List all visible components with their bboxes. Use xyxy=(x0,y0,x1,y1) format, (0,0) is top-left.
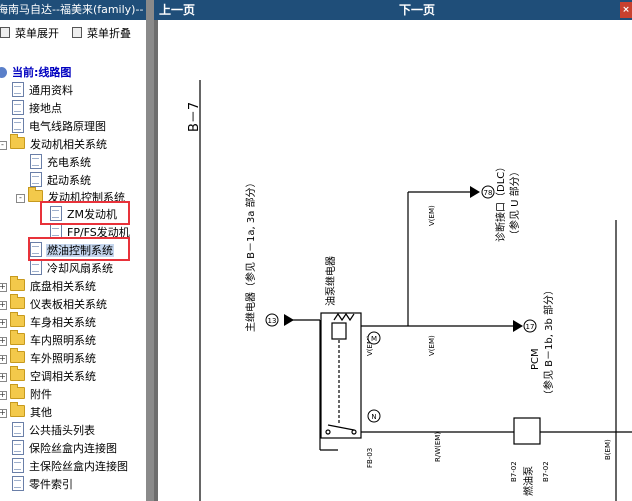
folder-open-icon xyxy=(10,134,25,149)
wire-label-b-em: B(EM) xyxy=(604,439,612,460)
folder-icon xyxy=(10,276,25,291)
wire-label-v-em: V(EM) xyxy=(428,335,436,356)
folder-icon xyxy=(10,402,25,417)
tree-item-ground-points[interactable]: 接地点 xyxy=(12,100,63,117)
connector-78-label: 78 xyxy=(484,189,493,197)
connector-n-label: N xyxy=(371,413,376,421)
document-icon xyxy=(30,154,42,169)
document-icon xyxy=(12,82,24,97)
tree-item-fuse-box-diagram[interactable]: 保险丝盒内连接图 xyxy=(12,440,118,457)
connector-m-label: M xyxy=(371,335,377,343)
tree-folder-engine[interactable]: - 发动机相关系统 xyxy=(0,134,108,153)
dlc-ref-label: （参见 U 部分） xyxy=(508,166,521,240)
tree-folder-chassis[interactable]: + 底盘相关系统 xyxy=(0,276,97,295)
document-icon xyxy=(12,476,24,491)
fuel-pump-relay-label: 油泵继电器 xyxy=(324,256,337,306)
connector-78-arrow xyxy=(470,186,480,198)
connector-13-arrow xyxy=(284,314,294,326)
wire-label-rw-em: R/W(EM) xyxy=(434,432,442,462)
tree-item-main-fuse-box-diagram[interactable]: 主保险丝盒内连接图 xyxy=(12,458,129,475)
tree-item-general-info[interactable]: 通用资料 xyxy=(12,82,74,99)
next-page-link[interactable]: 下一页 xyxy=(399,0,435,20)
tree-item-wiring-diagram[interactable]: 电气线路原理图 xyxy=(12,118,107,135)
window-title: 海南马自达--福美来(family)-- xyxy=(0,0,146,20)
page-code: B－7 xyxy=(187,102,202,132)
panel-splitter[interactable] xyxy=(146,0,154,501)
dlc-label: 诊断接口（DLC） xyxy=(494,162,507,242)
document-icon xyxy=(30,172,42,187)
connector-17-arrow xyxy=(513,320,523,332)
tree-folder-other[interactable]: + 其他 xyxy=(0,402,53,421)
expand-toggle-icon[interactable]: + xyxy=(0,337,7,346)
tree-folder-interior-lighting[interactable]: + 车内照明系统 xyxy=(0,330,97,349)
main-relay-label: 主继电器（参见 B－1a, 3a 部分） xyxy=(244,177,257,332)
pcm-label: PCM xyxy=(530,348,541,370)
network-icon xyxy=(0,67,7,78)
connector-label-fb03: FB-03 xyxy=(366,448,374,468)
document-icon xyxy=(12,118,24,133)
tree-item-connector-list[interactable]: 公共插头列表 xyxy=(12,422,96,439)
document-icon xyxy=(12,100,24,115)
expand-toggle-icon[interactable]: + xyxy=(0,391,7,400)
folder-icon xyxy=(10,366,25,381)
expand-toggle-icon[interactable]: + xyxy=(0,355,7,364)
folder-icon xyxy=(10,384,25,399)
relay-coil xyxy=(333,312,355,322)
highlight-box-fuel-control xyxy=(28,237,130,261)
tree-item-starting[interactable]: 起动系统 xyxy=(30,172,92,189)
fuel-pump-relay-box xyxy=(320,312,362,439)
expand-toggle-icon[interactable]: + xyxy=(0,409,7,418)
connector-label-b702: B7-02 xyxy=(510,461,518,482)
collapse-toggle-icon[interactable]: - xyxy=(0,141,7,150)
prev-page-link[interactable]: 上一页 xyxy=(159,0,195,20)
folder-icon xyxy=(10,330,25,345)
collapse-toggle-icon[interactable]: - xyxy=(16,194,25,203)
tree-item-cooling-fan[interactable]: 冷却风扇系统 xyxy=(30,260,114,277)
navigation-panel: 海南马自达--福美来(family)-- 菜单展开 菜单折叠 当前:线路图 通用… xyxy=(0,0,146,501)
tree-folder-air-conditioning[interactable]: + 空调相关系统 xyxy=(0,366,97,385)
folder-icon xyxy=(10,348,25,363)
diagram-viewer: 上一页 下一页 × B－7 主继电器（参见 B－1a, 3a 部分） 油泵继电器… xyxy=(154,0,632,501)
wiring-schematic: B－7 主继电器（参见 B－1a, 3a 部分） 油泵继电器 诊断接口（DLC）… xyxy=(187,80,632,501)
highlight-box-zm-engine xyxy=(40,201,130,225)
folder-icon xyxy=(10,294,25,309)
expand-menu-button[interactable]: 菜单展开 xyxy=(0,26,59,42)
fuel-pump-label: 燃油泵 xyxy=(522,466,535,496)
diagram-page: B－7 主继电器（参见 B－1a, 3a 部分） 油泵继电器 诊断接口（DLC）… xyxy=(158,20,632,501)
expand-toggle-icon[interactable]: + xyxy=(0,283,7,292)
wire-label-v-em: V(EM) xyxy=(428,205,436,226)
document-icon xyxy=(12,440,24,455)
menu-bar: 菜单展开 菜单折叠 xyxy=(0,26,146,42)
tree-folder-exterior-lighting[interactable]: + 车外照明系统 xyxy=(0,348,97,367)
tree-folder-instrument[interactable]: + 仪表板相关系统 xyxy=(0,294,108,313)
tree-item-charging[interactable]: 充电系统 xyxy=(30,154,92,171)
expand-toggle-icon[interactable]: + xyxy=(0,301,7,310)
page-nav-bar: 上一页 下一页 × xyxy=(154,0,632,20)
tree-root[interactable]: 当前:线路图 xyxy=(0,64,72,81)
expand-icon xyxy=(0,27,10,38)
collapse-icon xyxy=(72,27,82,38)
expand-toggle-icon[interactable]: + xyxy=(0,319,7,328)
tree-folder-body[interactable]: + 车身相关系统 xyxy=(0,312,97,331)
document-icon xyxy=(12,458,24,473)
tree-folder-accessories[interactable]: + 附件 xyxy=(0,384,53,403)
folder-icon xyxy=(10,312,25,327)
connector-17-label: 17 xyxy=(526,323,535,331)
collapse-menu-button[interactable]: 菜单折叠 xyxy=(72,26,131,42)
expand-toggle-icon[interactable]: + xyxy=(0,373,7,382)
document-icon xyxy=(30,260,42,275)
pcm-ref-label: （参见 B－1b, 3b 部分） xyxy=(542,285,555,400)
tree-item-parts-index[interactable]: 零件索引 xyxy=(12,476,74,493)
connector-label-b702: B7-02 xyxy=(542,461,550,482)
connector-13-label: 13 xyxy=(268,317,277,325)
document-icon xyxy=(12,422,24,437)
close-button[interactable]: × xyxy=(620,2,632,18)
